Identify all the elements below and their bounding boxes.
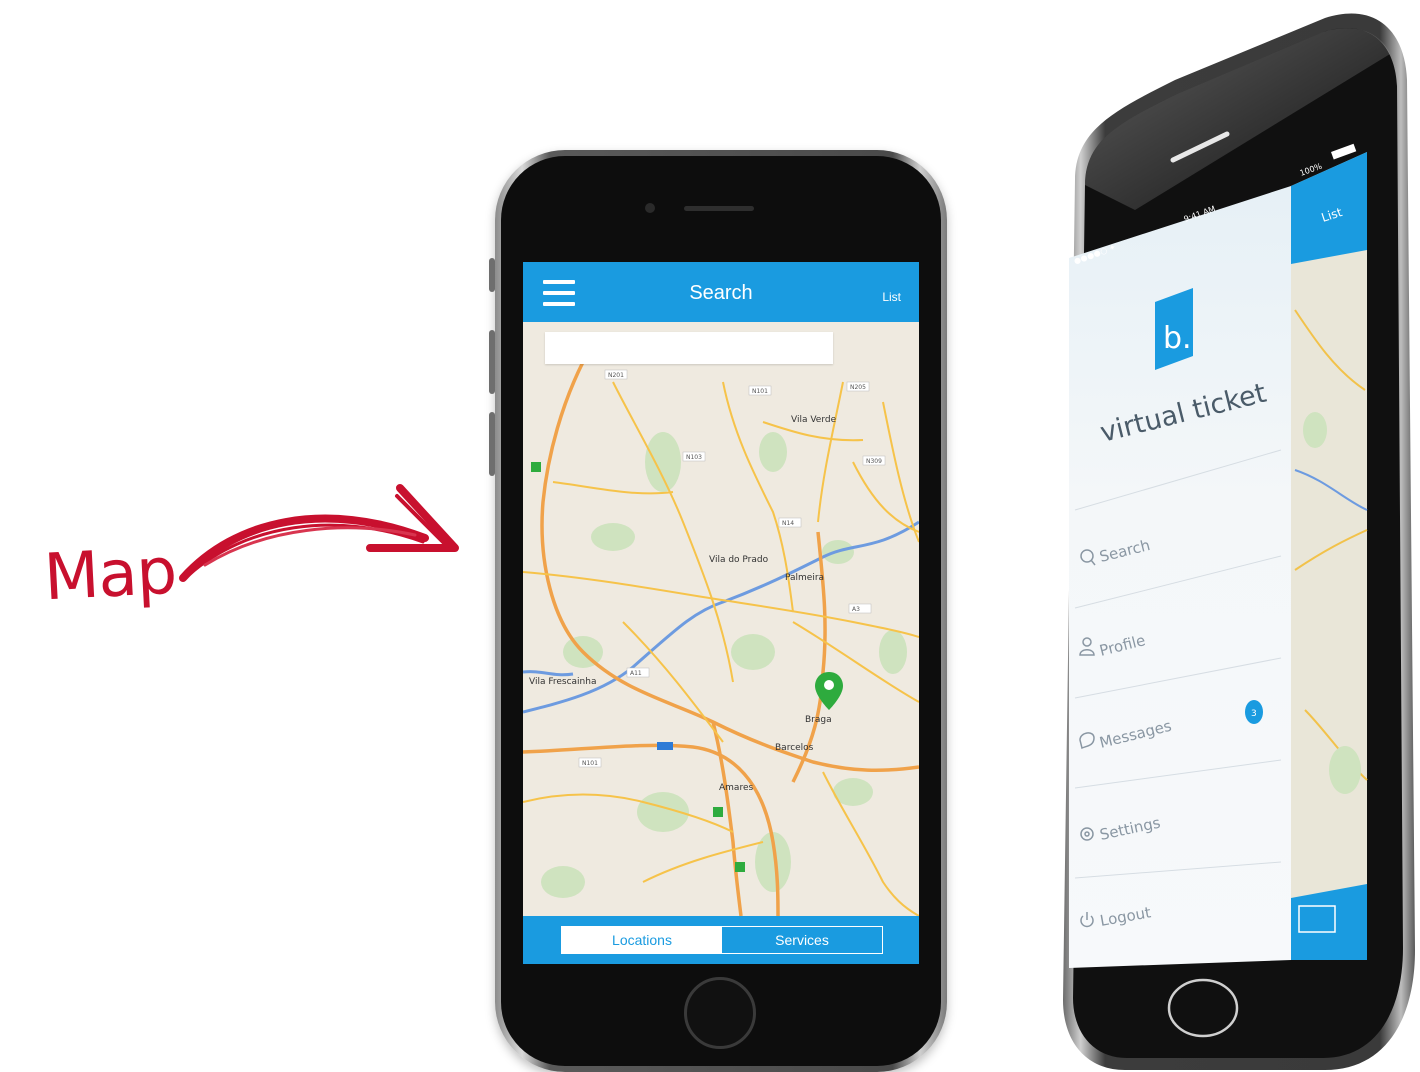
road-label: A3 xyxy=(852,606,860,613)
tab-services[interactable]: Services xyxy=(722,927,882,953)
segmented-control: Locations Services xyxy=(561,926,883,954)
road-label: N103 xyxy=(686,454,702,461)
road-label: N201 xyxy=(608,372,624,379)
volume-up-button xyxy=(489,330,495,394)
road-label: N101 xyxy=(752,388,768,395)
virtual-ticket-logo: b. xyxy=(1155,288,1193,370)
side-phone: List ●●●●○ ✦ 9:41 AM 100% b. virtual tic… xyxy=(1063,13,1415,1071)
bottom-tab-bar: Locations Services xyxy=(523,916,919,964)
place-label: Barcelos xyxy=(775,743,814,753)
app-header: Search List xyxy=(523,262,919,322)
tab-locations[interactable]: Locations xyxy=(562,927,722,953)
road-label: N205 xyxy=(850,384,866,391)
earpiece-speaker xyxy=(684,206,754,211)
road-label: N309 xyxy=(866,458,882,465)
map-view[interactable]: N201 N101 N205 N103 N309 N14 A3 A11 N101… xyxy=(523,322,919,916)
annotation-arrow-icon xyxy=(179,484,459,582)
unread-count: 3 xyxy=(1251,709,1257,719)
home-button[interactable] xyxy=(684,977,756,1049)
mute-switch xyxy=(489,258,495,292)
annotation-label: Map xyxy=(42,534,178,616)
place-label: Vila Frescainha xyxy=(529,677,596,687)
logo-glyph: b. xyxy=(1163,321,1192,356)
road-label: N101 xyxy=(582,760,598,767)
volume-down-button xyxy=(489,412,495,476)
list-view-button[interactable]: List xyxy=(882,290,901,304)
place-label: Vila do Prado xyxy=(709,555,769,565)
front-camera xyxy=(645,203,655,213)
place-label: Palmeira xyxy=(785,573,824,583)
front-phone-screen: Search List N201 N101 N205 N103 N309 N14… xyxy=(523,262,919,964)
page-title: Search xyxy=(689,282,753,304)
road-label: N14 xyxy=(782,520,794,527)
place-label: Amares xyxy=(719,783,753,793)
road-label: A11 xyxy=(630,670,642,677)
marker-place-label: Braga xyxy=(805,715,832,725)
place-label: Vila Verde xyxy=(791,415,837,425)
search-input[interactable] xyxy=(545,332,833,364)
